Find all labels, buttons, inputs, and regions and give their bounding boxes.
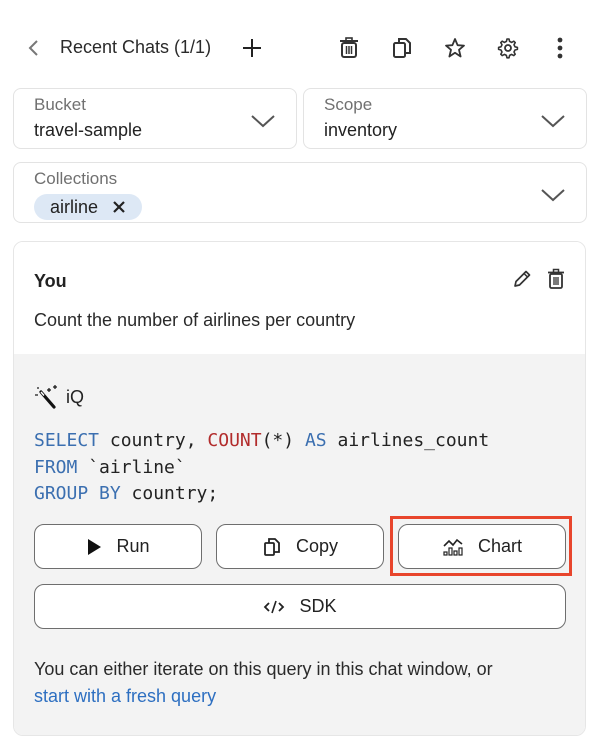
- sql-text: country;: [120, 483, 219, 504]
- chart-button[interactable]: Chart: [398, 524, 566, 569]
- pencil-icon[interactable]: [511, 268, 533, 290]
- scope-select[interactable]: Scope inventory: [303, 88, 587, 149]
- chevron-down-icon: [541, 189, 565, 202]
- assistant-response: iQ SELECT country, COUNT(*) AS airlines_…: [14, 354, 585, 735]
- copy-button[interactable]: Copy: [216, 524, 384, 569]
- run-label: Run: [116, 536, 150, 556]
- gear-icon[interactable]: [496, 36, 520, 60]
- chart-label: Chart: [477, 536, 522, 556]
- assistant-header: iQ: [34, 384, 84, 410]
- copy-icon: [264, 537, 280, 556]
- code-line: SELECT country, COUNT(*) AS airlines_cou…: [34, 428, 489, 455]
- copy-icon[interactable]: [390, 36, 414, 60]
- close-icon[interactable]: [112, 200, 126, 214]
- plus-icon[interactable]: [240, 36, 264, 60]
- trash-icon[interactable]: [337, 36, 361, 60]
- code-line: FROM `airline`: [34, 455, 489, 482]
- user-message: You Count the number of airlines per cou…: [14, 242, 585, 355]
- fresh-query-link[interactable]: start with a fresh query: [34, 686, 216, 706]
- hint-text: You can either iterate on this query in …: [34, 656, 493, 710]
- sql-text: airlines_count: [326, 430, 490, 451]
- back-icon[interactable]: [24, 36, 44, 60]
- sdk-button[interactable]: SDK: [34, 584, 566, 629]
- bucket-label: Bucket: [34, 95, 86, 114]
- code-line: GROUP BY country;: [34, 481, 489, 508]
- chart-icon: [443, 538, 463, 556]
- collection-chip: airline: [34, 194, 143, 220]
- assistant-label: iQ: [66, 386, 84, 407]
- magic-wand-icon: [35, 385, 57, 409]
- sdk-label: SDK: [299, 596, 337, 616]
- collections-select[interactable]: Collections airline: [13, 162, 587, 223]
- sql-keyword: SELECT: [34, 430, 100, 451]
- scope-value: inventory: [324, 120, 398, 140]
- run-button[interactable]: Run: [34, 524, 202, 569]
- star-icon[interactable]: [443, 36, 467, 60]
- chip-label: airline: [50, 196, 99, 217]
- more-vertical-icon[interactable]: [548, 36, 572, 60]
- sql-query: SELECT country, COUNT(*) AS airlines_cou…: [34, 428, 489, 508]
- scope-label: Scope: [324, 95, 373, 114]
- chevron-down-icon: [541, 115, 565, 128]
- code-icon: [264, 600, 285, 613]
- bucket-value: travel-sample: [34, 120, 143, 140]
- play-icon: [88, 538, 102, 555]
- trash-icon[interactable]: [545, 268, 567, 290]
- sql-text: `airline`: [77, 456, 186, 478]
- user-label: You: [34, 271, 67, 291]
- sql-keyword: FROM: [34, 456, 78, 478]
- chevron-down-icon: [251, 115, 275, 128]
- page-title: Recent Chats (1/1): [60, 37, 212, 57]
- sql-text: (*): [261, 430, 305, 451]
- copy-label: Copy: [295, 536, 339, 556]
- sql-function: COUNT: [207, 430, 262, 451]
- sql-keyword: GROUP BY: [34, 483, 121, 504]
- hint-message: You can either iterate on this query in …: [34, 659, 493, 679]
- chat-card: You Count the number of airlines per cou…: [13, 241, 586, 736]
- bucket-select[interactable]: Bucket travel-sample: [13, 88, 297, 149]
- sql-text: country,: [99, 430, 208, 451]
- user-message-text: Count the number of airlines per country: [34, 310, 356, 330]
- header: Recent Chats (1/1): [0, 28, 596, 68]
- collections-label: Collections: [34, 169, 118, 188]
- sql-keyword: AS: [304, 430, 327, 451]
